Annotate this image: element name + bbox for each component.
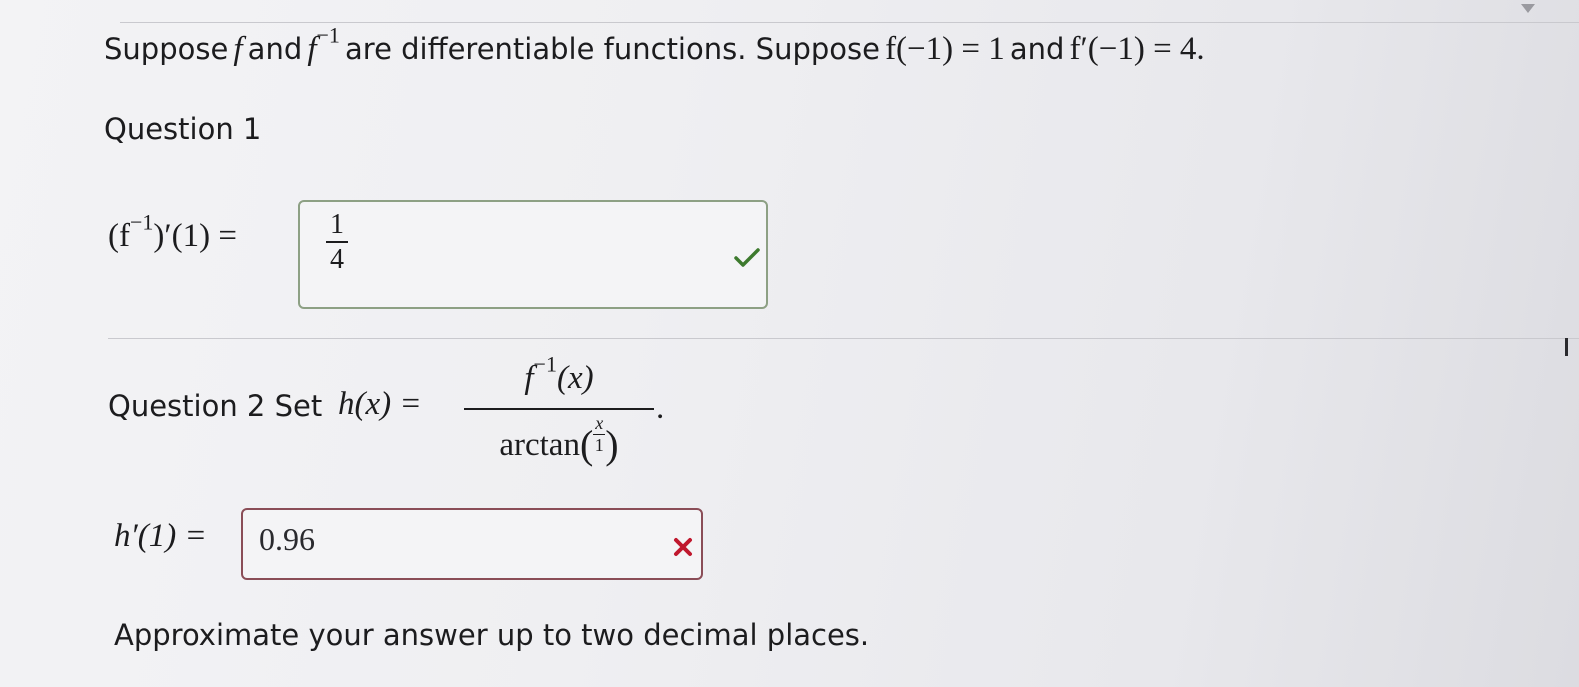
scroll-caret-icon[interactable] [1521, 4, 1535, 13]
question-1-title: Question 1 [104, 112, 262, 146]
q2-numerator: f−1(x) [464, 353, 654, 408]
intro-math-finv: f [307, 31, 317, 67]
intro-text-and-2: and [1009, 32, 1065, 66]
q2-den-arctan: arctan [499, 426, 580, 463]
section-divider [108, 338, 1579, 339]
x-icon [674, 538, 692, 556]
q2-num-exponent: −1 [533, 351, 557, 377]
q2-denominator: arctan( x 1 ) [499, 413, 619, 467]
intro-math-fprime-of-minus-one: f′(−1) = 4. [1069, 31, 1205, 67]
q2-den-inner-fraction: x 1 [593, 413, 606, 455]
intro-math-f-of-minus-one: f(−1) = 1 [885, 31, 1005, 67]
right-edge-marker [1565, 338, 1568, 356]
intro-math-finv-exponent: −1 [316, 22, 340, 48]
q2-num-f: f [524, 360, 534, 396]
q1-lhs-close: )′(1) = [153, 218, 237, 254]
q1-answer-numerator: 1 [330, 209, 344, 240]
check-icon [734, 248, 760, 267]
q2-h-of-x: h(x) = [338, 386, 422, 422]
question-1-expression: (f−1)′(1) = [108, 211, 237, 255]
problem-statement: Suppose f and f−1 are differentiable fun… [104, 24, 1205, 79]
q1-answer-denominator: 4 [330, 244, 344, 276]
q2-den-inner-num: x [595, 413, 604, 433]
q1-fraction-bar [326, 241, 348, 244]
q2-fraction: f−1(x) arctan( x 1 ) [464, 353, 654, 468]
question-2-answer-field[interactable]: 0.96 [241, 508, 703, 580]
q2-period: . [656, 390, 665, 426]
intro-math-f: f [233, 31, 243, 67]
question-1-answer-fraction: 1 4 [326, 210, 348, 275]
q1-lhs-exponent: −1 [129, 209, 154, 235]
q2-num-arg: (x) [556, 360, 594, 396]
q2-den-inner-den: 1 [594, 434, 604, 455]
q1-lhs-open: (f [108, 218, 130, 254]
instructions-text: Approximate your answer up to two decima… [114, 618, 870, 652]
intro-text-suppose: Suppose [104, 32, 229, 66]
intro-text-differentiable: are differentiable functions. Suppose [345, 32, 880, 66]
intro-text-and: and [247, 32, 303, 66]
question-2-answer-value: 0.96 [259, 521, 315, 557]
question-2-prefix: Question 2 Set [108, 389, 323, 423]
question-2-lhs: h′(1) = [114, 518, 207, 554]
question-1-answer-field[interactable]: 1 4 [298, 200, 768, 309]
q2-fraction-bar [464, 408, 654, 410]
